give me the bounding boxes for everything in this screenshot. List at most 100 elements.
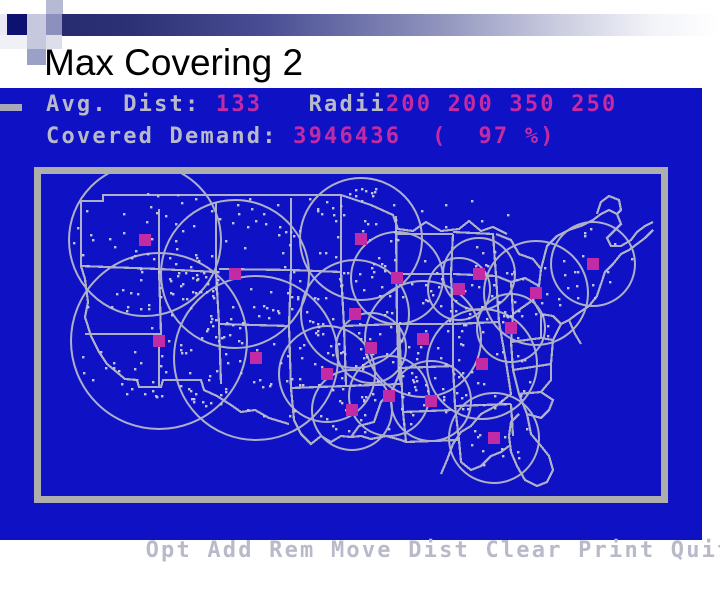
covered-percent-value: ( 97 %) bbox=[432, 124, 556, 149]
facility-marker[interactable] bbox=[473, 268, 485, 280]
demand-point bbox=[449, 320, 452, 323]
menu-item-opt[interactable]: Opt bbox=[146, 538, 192, 563]
demand-point bbox=[127, 306, 130, 309]
facility-marker[interactable] bbox=[139, 234, 151, 246]
demand-point bbox=[253, 306, 256, 309]
demand-point bbox=[355, 365, 358, 368]
facility-marker[interactable] bbox=[346, 404, 358, 416]
demand-point bbox=[325, 297, 328, 300]
demand-point bbox=[443, 399, 446, 402]
demand-point bbox=[384, 265, 387, 268]
demand-point bbox=[195, 198, 198, 201]
demand-point bbox=[92, 239, 95, 242]
demand-point bbox=[379, 333, 382, 336]
facility-marker[interactable] bbox=[153, 335, 165, 347]
facility-marker[interactable] bbox=[530, 287, 542, 299]
demand-point bbox=[445, 411, 448, 414]
demand-point bbox=[118, 370, 121, 373]
menu-item-quit[interactable]: Quit bbox=[671, 538, 720, 563]
demand-point bbox=[237, 204, 240, 207]
demand-point bbox=[105, 367, 108, 370]
demand-point bbox=[425, 284, 428, 287]
demand-point bbox=[332, 389, 335, 392]
demand-point bbox=[232, 222, 235, 225]
facility-marker[interactable] bbox=[349, 308, 361, 320]
demand-point bbox=[302, 384, 305, 387]
demand-point bbox=[147, 253, 150, 256]
demand-point bbox=[493, 284, 496, 287]
facility-marker[interactable] bbox=[383, 390, 395, 402]
menu-item-dist[interactable]: Dist bbox=[408, 538, 470, 563]
map-canvas[interactable] bbox=[41, 174, 661, 496]
facility-marker[interactable] bbox=[587, 258, 599, 270]
demand-point bbox=[340, 280, 343, 283]
demand-point bbox=[390, 240, 393, 243]
menu-item-rem[interactable]: Rem bbox=[269, 538, 315, 563]
demand-point bbox=[501, 400, 504, 403]
menu-item-clear[interactable]: Clear bbox=[485, 538, 562, 563]
header-decoration-block bbox=[0, 35, 27, 49]
facility-marker[interactable] bbox=[391, 272, 403, 284]
demand-point bbox=[355, 280, 358, 283]
demand-point bbox=[390, 326, 393, 329]
demand-point bbox=[289, 415, 292, 418]
demand-point bbox=[471, 284, 474, 287]
demand-point bbox=[280, 362, 283, 365]
demand-point bbox=[303, 344, 306, 347]
facility-marker[interactable] bbox=[365, 342, 377, 354]
demand-point bbox=[388, 428, 391, 431]
demand-point bbox=[152, 390, 155, 393]
facility-marker[interactable] bbox=[417, 333, 429, 345]
demand-point bbox=[496, 353, 499, 356]
demand-point bbox=[355, 195, 358, 198]
demand-point bbox=[225, 391, 228, 394]
demand-point bbox=[427, 390, 430, 393]
facility-marker[interactable] bbox=[321, 368, 333, 380]
facility-marker[interactable] bbox=[505, 322, 517, 334]
demand-point bbox=[293, 235, 296, 238]
menu-item-print[interactable]: Print bbox=[578, 538, 655, 563]
facility-marker[interactable] bbox=[250, 352, 262, 364]
demand-point bbox=[242, 322, 245, 325]
demand-point bbox=[410, 411, 413, 414]
demand-point bbox=[169, 257, 172, 260]
demand-point bbox=[319, 252, 322, 255]
demand-point bbox=[136, 379, 139, 382]
menu-item-add[interactable]: Add bbox=[207, 538, 253, 563]
demand-point bbox=[318, 384, 321, 387]
demand-point bbox=[474, 430, 477, 433]
facility-marker[interactable] bbox=[453, 283, 465, 295]
demand-point bbox=[341, 377, 344, 380]
demand-point bbox=[521, 360, 524, 363]
demand-point bbox=[408, 392, 411, 395]
menu-item-move[interactable]: Move bbox=[331, 538, 393, 563]
facility-marker[interactable] bbox=[488, 432, 500, 444]
facility-marker[interactable] bbox=[476, 358, 488, 370]
demand-point bbox=[216, 282, 219, 285]
demand-point bbox=[366, 356, 369, 359]
demand-point bbox=[157, 195, 160, 198]
demand-point bbox=[291, 378, 294, 381]
demand-point bbox=[282, 252, 285, 255]
demand-point bbox=[241, 342, 244, 345]
us-map-svg bbox=[41, 174, 661, 496]
demand-point bbox=[401, 408, 404, 411]
demand-point bbox=[301, 357, 304, 360]
demand-point bbox=[343, 272, 346, 275]
demand-point bbox=[209, 375, 212, 378]
demand-point bbox=[205, 276, 208, 279]
demand-point bbox=[168, 340, 171, 343]
demand-point bbox=[445, 204, 448, 207]
facility-marker[interactable] bbox=[425, 395, 437, 407]
demand-point bbox=[116, 293, 119, 296]
facility-marker[interactable] bbox=[355, 233, 367, 245]
demand-point bbox=[220, 394, 223, 397]
demand-point bbox=[273, 343, 276, 346]
demand-point bbox=[559, 304, 562, 307]
demand-point bbox=[293, 271, 296, 274]
facility-marker[interactable] bbox=[229, 268, 241, 280]
demand-point bbox=[210, 321, 213, 324]
demand-point bbox=[482, 252, 485, 255]
demand-point bbox=[219, 218, 222, 221]
demand-point bbox=[460, 343, 463, 346]
